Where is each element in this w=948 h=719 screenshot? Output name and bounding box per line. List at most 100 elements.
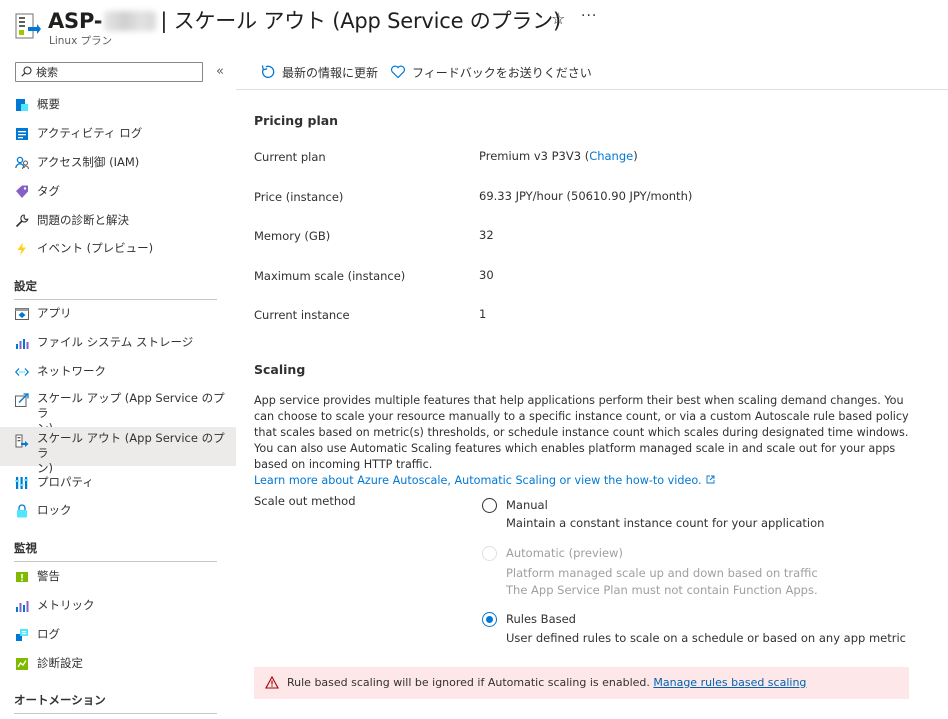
memory-value: 32 [479,228,494,242]
sidebar-item-diagnostic-settings[interactable]: 診断設定 [0,656,236,674]
sidebar-item-alerts[interactable]: 警告 [0,569,236,587]
feedback-button[interactable]: フィードバックをお送りください [390,64,592,81]
manual-label: Manual [506,498,548,512]
sidebar-item-label-cont: ン) [37,461,53,475]
page-header: ASP- | スケール アウト (App Service のプラン) Linux … [0,0,948,56]
scale-out-icon [15,434,29,448]
scale-up-icon [15,393,29,407]
current-instance-value: 1 [479,307,487,321]
automatic-desc-1: Platform managed scale up and down based… [506,566,818,580]
current-plan-label: Current plan [254,150,326,164]
sidebar-item-scale-out[interactable]: スケール アウト (App Service のプラ ン) [0,427,236,475]
learn-more-link[interactable]: Learn more about Azure Autoscale, Automa… [254,474,702,487]
manage-rules-link[interactable]: Manage rules based scaling [653,676,806,689]
sidebar-item-label: アプリ [37,306,72,320]
lightning-icon [17,242,26,256]
pricing-plan-heading: Pricing plan [254,113,339,128]
properties-icon [15,477,28,489]
favorite-star-icon[interactable]: ☆ [551,9,565,28]
main-content: 最新の情報に更新 フィードバックをお送りください Pricing plan Cu… [236,56,948,719]
app-service-plan-icon [15,13,41,39]
menu-search-box[interactable] [15,62,203,82]
sidebar-item-logs[interactable]: ログ [0,627,236,645]
sidebar-item-label: 問題の診断と解決 [37,213,129,227]
current-plan-value: Premium v3 P3V3 (Change) [479,149,638,163]
rules-based-radio[interactable] [482,612,497,627]
sidebar-item-metrics[interactable]: メトリック [0,598,236,616]
max-scale-label: Maximum scale (instance) [254,269,406,283]
resource-menu: « 概要 アクティビティ ログ アクセス制御 (IAM) タグ 問題の診断と解決 [0,56,236,719]
lock-icon [17,504,27,518]
price-value: 69.33 JPY/hour (50610.90 JPY/month) [479,189,693,203]
scaling-heading: Scaling [254,362,306,377]
refresh-icon [261,65,275,78]
current-plan-text: Premium v3 P3V3 ( [479,149,590,163]
sidebar-item-label: 診断設定 [37,656,83,670]
sidebar-item-label: メトリック [37,598,95,612]
automatic-radio [482,546,497,561]
redacted-name [104,11,157,31]
sidebar-item-label: アクティビティ ログ [37,126,143,140]
manual-radio[interactable] [482,498,497,513]
sidebar-item-label: スケール アウト (App Service のプラ [37,431,225,460]
sidebar-item-locks[interactable]: ロック [0,503,236,521]
section-automation: オートメーション [14,692,217,714]
refresh-button[interactable]: 最新の情報に更新 [260,64,378,81]
sidebar-item-diagnose[interactable]: 問題の診断と解決 [0,213,236,231]
warning-message: Rule based scaling will be ignored if Au… [287,676,650,689]
sidebar-item-label: 警告 [37,569,60,583]
sidebar-item-tags[interactable]: タグ [0,184,236,202]
warning-icon [265,676,279,689]
sidebar-item-label: ログ [37,627,60,641]
resource-type: Linux プラン [49,35,113,47]
sidebar-item-iam[interactable]: アクセス制御 (IAM) [0,155,236,173]
sidebar-item-label: アクセス制御 (IAM) [37,155,140,169]
overview-icon [16,99,28,111]
sidebar-item-scale-up[interactable]: スケール アップ (App Service のプラ ン) [0,391,236,435]
rules-based-desc: User defined rules to scale on a schedul… [506,631,907,645]
page-title: ASP- | スケール アウト (App Service のプラン) [48,5,561,35]
external-link-icon [706,475,715,484]
sidebar-item-label: ファイル システム ストレージ [37,335,194,349]
storage-chart-icon [16,339,29,349]
search-icon [21,66,32,77]
sidebar-item-file-storage[interactable]: ファイル システム ストレージ [0,335,236,353]
more-options-icon[interactable]: ··· [581,8,597,24]
heart-icon [390,65,406,79]
change-plan-link[interactable]: Change [589,149,633,163]
memory-label: Memory (GB) [254,229,331,243]
rules-based-label: Rules Based [506,612,576,626]
alert-icon [16,572,28,582]
metrics-icon [16,601,29,612]
feedback-label: フィードバックをお送りください [412,66,592,80]
sidebar-item-network[interactable]: ネットワーク [0,364,236,382]
wrench-icon [15,214,29,228]
sidebar-item-label: ロック [37,503,72,517]
sidebar-item-label: イベント (プレビュー) [37,241,154,255]
resource-name: ASP- [48,9,103,33]
scale-out-method-label: Scale out method [254,494,356,508]
sidebar-item-properties[interactable]: プロパティ [0,475,236,493]
blade-title: | スケール アウト (App Service のプラン) [160,9,562,33]
scaling-description: App service provides multiple features t… [254,393,914,489]
command-bar: 最新の情報に更新 フィードバックをお送りください [236,56,948,90]
sidebar-item-overview[interactable]: 概要 [0,97,236,115]
warning-banner: Rule based scaling will be ignored if Au… [254,667,909,699]
refresh-label: 最新の情報に更新 [282,66,379,80]
sidebar-item-apps[interactable]: アプリ [0,306,236,324]
logs-icon [16,629,28,641]
automatic-desc-2: The App Service Plan must not contain Fu… [506,583,818,597]
sidebar-item-label: スケール アップ (App Service のプラ [37,391,225,420]
current-plan-close: ) [633,149,638,163]
warning-text: Rule based scaling will be ignored if Au… [287,676,806,689]
sidebar-item-events[interactable]: イベント (プレビュー) [0,241,236,259]
search-input[interactable] [36,64,196,80]
sidebar-item-activity-log[interactable]: アクティビティ ログ [0,126,236,144]
sidebar-item-label: 概要 [37,97,60,111]
section-settings: 設定 [14,278,217,300]
max-scale-value: 30 [479,268,494,282]
network-icon [15,368,29,376]
automatic-label: Automatic (preview) [506,546,623,560]
collapse-menu-icon[interactable]: « [216,64,224,79]
manual-desc: Maintain a constant instance count for y… [506,516,825,530]
